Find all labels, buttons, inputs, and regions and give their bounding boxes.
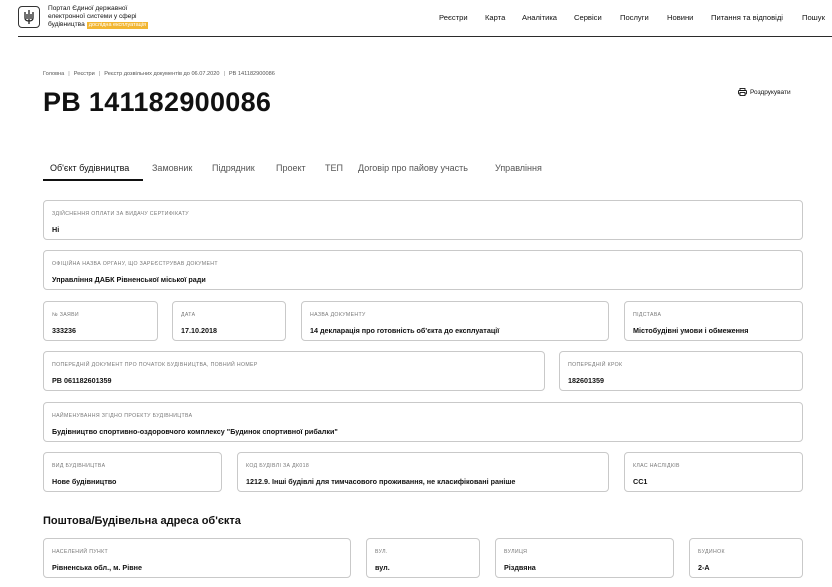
- construction-type-field: Вид будівництва Нове будівництво: [43, 452, 222, 492]
- tab-share-agreement[interactable]: Договір про пайову участь: [358, 161, 468, 175]
- previous-step-field: Попередній крок 182601359: [559, 351, 803, 391]
- project-name-field: Найменування згідно проекту будівництва …: [43, 402, 803, 442]
- nav-map[interactable]: Карта: [485, 13, 505, 23]
- basis-field: Підстава Містобудівні умови і обмеження: [624, 301, 803, 341]
- breadcrumb: Головна | Реєстри | Реєстр дозвільних докуме…: [43, 71, 275, 77]
- previous-document-field: Попередній документ про початок будівниц…: [43, 351, 545, 391]
- tab-contractor[interactable]: Підрядник: [212, 161, 255, 175]
- nav-search[interactable]: Пошук: [802, 13, 825, 23]
- main-nav: Реєстри Карта Аналітика Сервіси Послуги …: [18, 13, 832, 23]
- tab-management[interactable]: Управління: [495, 161, 542, 175]
- nav-analytics[interactable]: Аналітика: [522, 13, 557, 23]
- tab-bar: Об'єкт будівництва Замовник Підрядник Пр…: [43, 161, 563, 181]
- application-number-field: № заяви 333236: [43, 301, 158, 341]
- site-header: Портал Єдиної державної електронної сист…: [18, 0, 832, 37]
- date-field: Дата 17.10.2018: [172, 301, 286, 341]
- nav-faq[interactable]: Питання та відповіді: [711, 13, 783, 23]
- building-number-field: Будинок 2-А: [689, 538, 803, 578]
- nav-news[interactable]: Новини: [667, 13, 693, 23]
- nav-public-services[interactable]: Послуги: [620, 13, 649, 23]
- page-title: РВ 141182900086: [43, 87, 272, 117]
- authority-field: Офіційна назва органу, що зареєстрував д…: [43, 250, 803, 290]
- nav-services[interactable]: Сервіси: [574, 13, 602, 23]
- building-code-field: Код будівлі за ДК018 1212.9. Інші будівл…: [237, 452, 609, 492]
- breadcrumb-current: РВ 141182900086: [228, 71, 275, 77]
- address-section-title: Поштова/Будівельна адреса об'єкта: [43, 515, 241, 527]
- print-button[interactable]: Роздрукувати: [738, 88, 791, 96]
- tab-project[interactable]: Проект: [276, 161, 306, 175]
- locality-field: Населений пункт Рівненська обл., м. Рівн…: [43, 538, 351, 578]
- payment-field: Здійснення оплати за видачу сертифікату …: [43, 200, 803, 240]
- tab-construction-object[interactable]: Об'єкт будівництва: [50, 161, 129, 175]
- printer-icon: [738, 88, 747, 96]
- street-type-field: вул. вул.: [366, 538, 480, 578]
- street-field: Вулиця Різдвяна: [495, 538, 674, 578]
- consequence-class-field: Клас наслідків СС1: [624, 452, 803, 492]
- beta-badge: дослідна експлуатація: [86, 22, 148, 29]
- breadcrumb-home[interactable]: Головна: [43, 71, 64, 77]
- breadcrumb-registry[interactable]: Реєстр дозвільних документів до 06.07.20…: [104, 71, 219, 77]
- breadcrumb-registries[interactable]: Реєстри: [74, 71, 95, 77]
- nav-registries[interactable]: Реєстри: [439, 13, 468, 23]
- tab-tep[interactable]: ТЕП: [325, 161, 343, 175]
- document-name-field: Назва документу 14 декларація про готовн…: [301, 301, 609, 341]
- tab-customer[interactable]: Замовник: [152, 161, 192, 175]
- active-tab-indicator: [43, 179, 143, 181]
